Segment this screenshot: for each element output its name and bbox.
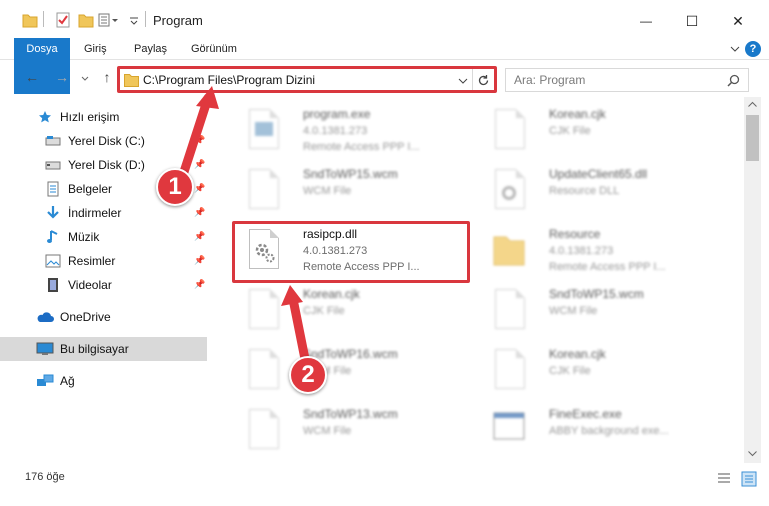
step-badge-1: 1: [156, 168, 194, 206]
arrow-line-2: [288, 294, 311, 369]
arrow-head-1: [196, 86, 219, 109]
annotation-arrows: [178, 86, 311, 369]
step-badge-2: 2: [289, 356, 327, 394]
arrow-head-2: [281, 285, 303, 306]
arrow-line-1: [178, 93, 213, 180]
